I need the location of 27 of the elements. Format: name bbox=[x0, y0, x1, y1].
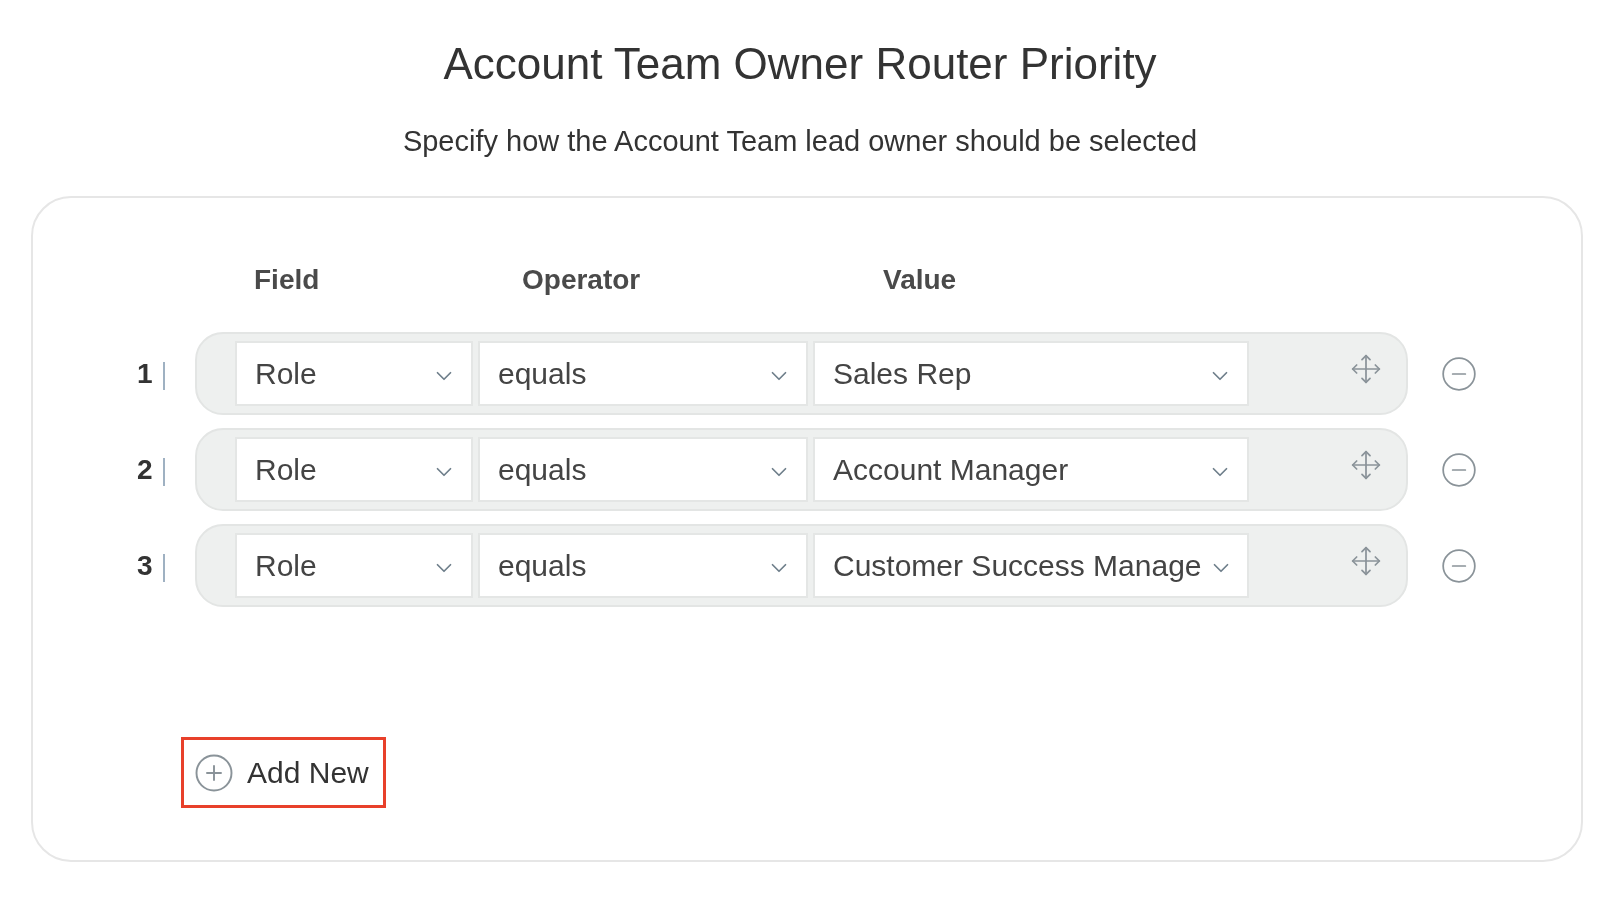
value-select[interactable]: Sales Rep bbox=[813, 341, 1249, 406]
move-icon[interactable] bbox=[1350, 544, 1382, 577]
remove-button[interactable] bbox=[1440, 450, 1478, 489]
value-select[interactable]: Customer Success Manage bbox=[813, 533, 1249, 598]
move-icon[interactable] bbox=[1350, 352, 1382, 385]
column-header: Value bbox=[883, 264, 958, 296]
remove-button[interactable] bbox=[1440, 354, 1478, 393]
move-icon[interactable] bbox=[1350, 448, 1382, 481]
minus-circle-icon bbox=[1440, 450, 1478, 489]
page-subtitle: Specify how the Account Team lead owner should be selected bbox=[402, 124, 1198, 159]
remove-button[interactable] bbox=[1440, 546, 1478, 585]
minus-circle-icon bbox=[1440, 354, 1478, 393]
field-select[interactable]: Role bbox=[235, 437, 473, 502]
operator-select[interactable]: equals bbox=[478, 341, 808, 406]
column-header: Operator bbox=[522, 264, 642, 296]
row-number: 1 bbox=[137, 356, 153, 391]
row-number: 3 bbox=[137, 548, 153, 583]
column-header: Field bbox=[254, 264, 321, 296]
operator-select[interactable]: equals bbox=[478, 437, 808, 502]
page-title: Account Team Owner Router Priority bbox=[443, 38, 1157, 90]
field-select[interactable]: Role bbox=[235, 533, 473, 598]
add-new-button[interactable]: Add New bbox=[181, 737, 386, 808]
operator-select[interactable]: equals bbox=[478, 533, 808, 598]
row-number: 2 bbox=[137, 452, 153, 487]
value-select[interactable]: Account Manager bbox=[813, 437, 1249, 502]
minus-circle-icon bbox=[1440, 546, 1478, 585]
field-select[interactable]: Role bbox=[235, 341, 473, 406]
